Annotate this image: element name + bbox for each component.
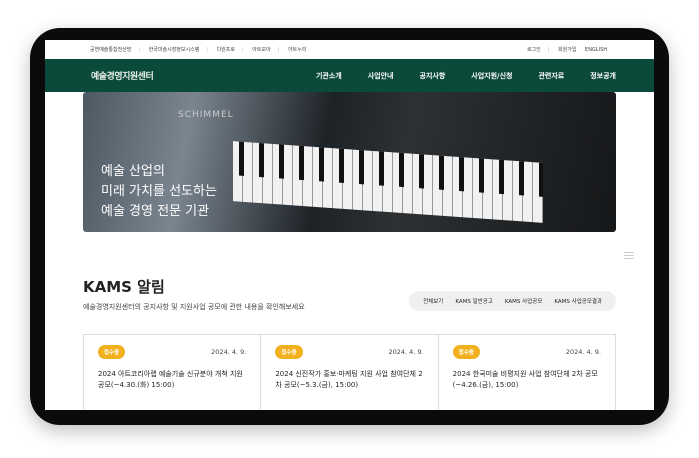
status-badge: 접수중 <box>275 345 303 359</box>
hero-sign: SCHIMMEL <box>178 110 234 120</box>
nav-item[interactable]: 기관소개 <box>316 71 342 81</box>
nav-item[interactable]: 관련자료 <box>538 71 564 81</box>
browser-screen: 공연예술통합전산망 | 한국미술시장정보시스템 | 다원프로 | 아트모아 | 아트누리… <box>45 40 654 410</box>
hero-line: 예술 경영 전문 기관 <box>101 204 210 219</box>
nav-item[interactable]: 사업안내 <box>368 71 394 81</box>
login-link[interactable]: 로그인 <box>527 47 541 53</box>
signup-link[interactable]: 회원가입 <box>558 47 576 53</box>
date: 2024. 4. 9. <box>565 348 601 356</box>
util-link[interactable]: 아트누리 <box>288 47 306 53</box>
status-badge: 접수중 <box>452 345 480 359</box>
date: 2024. 4. 9. <box>388 348 424 356</box>
date: 2024. 4. 9. <box>211 348 247 356</box>
card-title[interactable]: 2024 한국미술 비평지원 사업 참여단체 2차 공모(~4.26.(금), … <box>453 369 601 391</box>
card-title[interactable]: 2024 아트코리아랩 예술기술 신규분야 개척 지원 공모(~4.30.(화)… <box>98 369 246 391</box>
util-link[interactable]: 공연예술통합전산망 <box>90 47 131 53</box>
main-nav: 예술경영지원센터 기관소개 사업안내 공지사항 사업지원/신청 관련자료 정보공… <box>45 59 654 92</box>
hero-line: 미래 가치를 선도하는 <box>101 184 217 199</box>
notice-section: KAMS 알림 예술경영지원센터의 공지사항 및 지원사업 공모에 관한 내용을… <box>83 272 616 410</box>
hero-banner: SCHIMMEL 예술 산업의 미래 가치를 선도하는 예술 경영 전문 기관 <box>83 92 616 232</box>
nav-item[interactable]: 사업지원/신청 <box>471 71 512 81</box>
tab-general[interactable]: KAMS 일반공고 <box>455 297 493 305</box>
tab-results[interactable]: KAMS 사업공모결과 <box>554 297 602 305</box>
notice-tabs: 전체보기 KAMS 일반공고 KAMS 사업공모 KAMS 사업공모결과 <box>409 291 616 311</box>
util-link[interactable]: 한국미술시장정보시스템 <box>149 47 200 53</box>
tab-all[interactable]: 전체보기 <box>423 297 443 305</box>
notice-card[interactable]: 접수중 2024. 4. 9. 2024 신진작가 홍보·마케팅 지원 사업 참여… <box>261 335 439 410</box>
util-link[interactable]: 다원프로 <box>217 47 235 53</box>
util-link[interactable]: 아트모아 <box>252 47 270 53</box>
hero-line: 예술 산업의 <box>101 164 165 179</box>
notice-card[interactable]: 접수중 2024. 4. 9. 2024 한국미술 비평지원 사업 참여단체 2차… <box>439 335 615 410</box>
tab-contest[interactable]: KAMS 사업공모 <box>505 297 543 305</box>
status-badge: 접수중 <box>98 345 126 359</box>
logo[interactable]: 예술경영지원센터 <box>91 69 154 82</box>
notice-card[interactable]: 접수중 2024. 4. 9. 2024 아트코리아랩 예술기술 신규분야 개척 … <box>84 335 262 410</box>
hamburger-icon[interactable] <box>624 250 634 261</box>
utility-bar: 공연예술통합전산망 | 한국미술시장정보시스템 | 다원프로 | 아트모아 | 아트누리… <box>90 47 607 53</box>
card-title[interactable]: 2024 신진작가 홍보·마케팅 지원 사업 참여단체 2차 공모(~5.3.(… <box>275 369 423 391</box>
nav-item[interactable]: 공지사항 <box>420 71 446 81</box>
english-link[interactable]: ENGLISH <box>585 47 607 53</box>
nav-item[interactable]: 정보공개 <box>590 71 616 81</box>
